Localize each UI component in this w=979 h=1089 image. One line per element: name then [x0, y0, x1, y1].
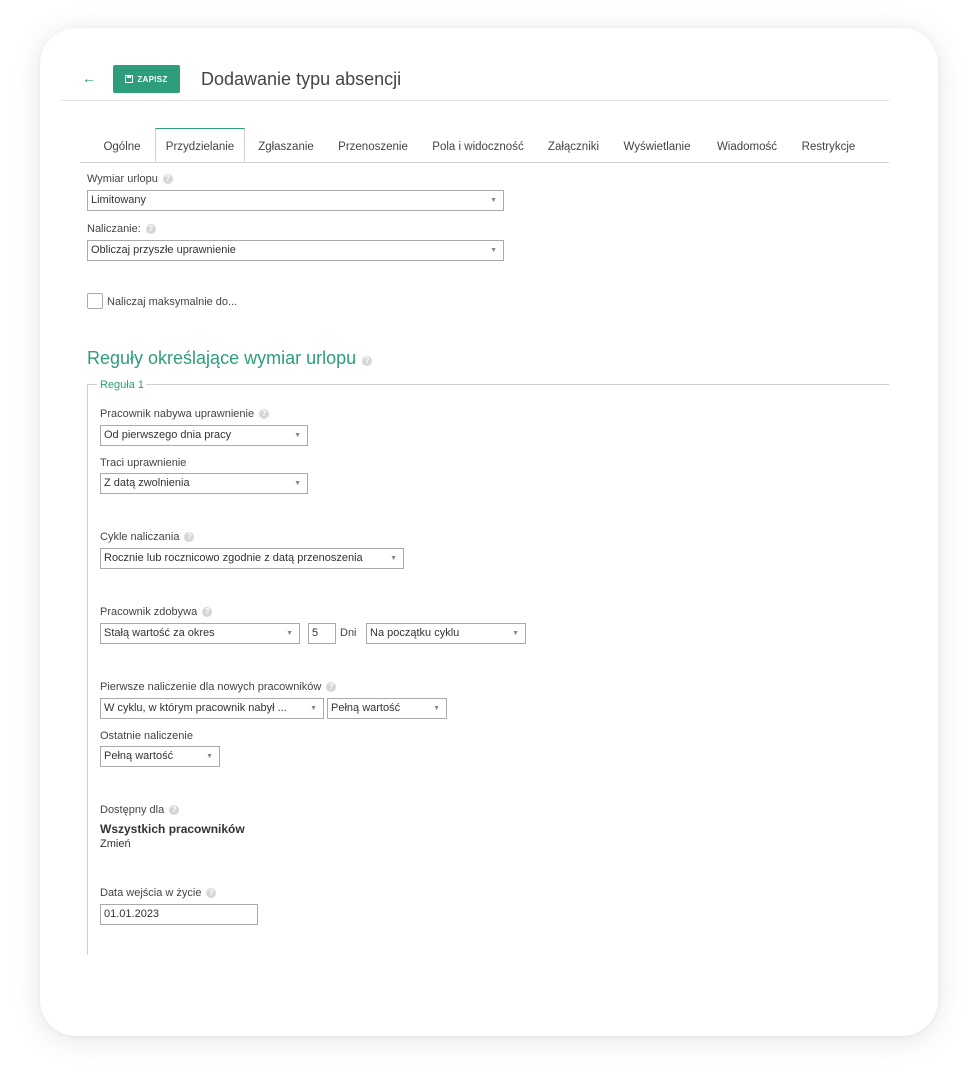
rules-section-title: Reguły określające wymiar urlopu ?	[87, 346, 373, 370]
cykle-select[interactable]: Rocznie lub rocznicowo zgodnie z datą pr…	[100, 548, 404, 569]
page-title: Dodawanie typu absencji	[201, 69, 402, 89]
zdobywa-text: Pracownik zdobywa	[100, 606, 198, 618]
caret-down-icon: ▼	[294, 432, 301, 439]
nabywa-select[interactable]: Od pierwszego dnia pracy ▼	[100, 425, 308, 446]
cykle-text: Cykle naliczania	[100, 531, 180, 543]
help-icon[interactable]: ?	[206, 888, 217, 898]
traci-select[interactable]: Z datą zwolnienia ▼	[100, 473, 308, 494]
pierwsze-label: Pierwsze naliczenie dla nowych pracownik…	[100, 680, 337, 694]
help-icon[interactable]: ?	[362, 356, 373, 366]
help-icon[interactable]: ?	[326, 682, 337, 692]
pierwsze-value: W cyklu, w którym pracownik nabył ...	[104, 702, 287, 714]
naliczanie-value: Obliczaj przyszłe uprawnienie	[91, 244, 236, 256]
naliczaj-maksymalnie-label: Naliczaj maksymalnie do...	[107, 296, 238, 308]
traci-value: Z datą zwolnienia	[104, 477, 190, 489]
arrow-left-icon[interactable]: ←	[82, 69, 96, 87]
help-icon[interactable]: ?	[184, 532, 195, 542]
naliczaj-maksymalnie-checkbox[interactable]	[87, 293, 103, 309]
ostatnie-select[interactable]: Pełną wartość ▼	[100, 746, 220, 767]
help-icon[interactable]: ?	[259, 409, 270, 419]
zdobywa-value: Stałą wartość za okres	[104, 627, 215, 639]
tab-ogolne[interactable]: Ogólne	[91, 128, 153, 162]
caret-down-icon: ▼	[433, 705, 440, 712]
tab-przenoszenie[interactable]: Przenoszenie	[330, 128, 416, 162]
fieldset-border	[87, 384, 88, 955]
pierwsze-select[interactable]: W cyklu, w którym pracownik nabył ... ▼	[100, 698, 324, 719]
caret-down-icon: ▼	[512, 630, 519, 637]
data-label: Data wejścia w życie ?	[100, 886, 217, 900]
tab-pola-i-widocznosc[interactable]: Pola i widoczność	[422, 128, 534, 162]
tab-przydzielanie[interactable]: Przydzielanie	[155, 128, 245, 162]
header-divider	[61, 100, 889, 101]
naliczanie-text: Naliczanie:	[87, 223, 141, 235]
caret-down-icon: ▼	[294, 480, 301, 487]
wymiar-urlopu-label: Wymiar urlopu ?	[87, 172, 173, 186]
pierwsze-amount-value: Pełną wartość	[331, 702, 401, 714]
floppy-disk-icon	[125, 75, 134, 83]
zdobywa-timing-value: Na początku cyklu	[370, 627, 460, 639]
caret-down-icon: ▼	[490, 247, 497, 254]
nabywa-label: Pracownik nabywa uprawnienie ?	[100, 407, 270, 421]
help-icon[interactable]: ?	[169, 805, 180, 815]
zdobywa-timing-select[interactable]: Na początku cyklu ▼	[366, 623, 526, 644]
pierwsze-text: Pierwsze naliczenie dla nowych pracownik…	[100, 681, 322, 693]
dostepny-label: Dostępny dla ?	[100, 803, 180, 817]
ostatnie-value: Pełną wartość	[104, 750, 174, 762]
caret-down-icon: ▼	[310, 705, 317, 712]
zmien-link[interactable]: Zmień	[100, 838, 131, 850]
dostepny-text: Dostępny dla	[100, 804, 165, 816]
caret-down-icon: ▼	[390, 555, 397, 562]
naliczanie-label: Naliczanie: ?	[87, 222, 156, 236]
caret-down-icon: ▼	[206, 753, 213, 760]
nabywa-value: Od pierwszego dnia pracy	[104, 429, 232, 441]
zdobywa-label: Pracownik zdobywa ?	[100, 605, 213, 619]
save-button-label: ZAPISZ	[137, 74, 168, 84]
tab-wiadomosc[interactable]: Wiadomość	[707, 128, 787, 162]
tab-restrykcje[interactable]: Restrykcje	[794, 128, 863, 162]
help-icon[interactable]: ?	[162, 174, 173, 184]
fieldset-border	[87, 384, 97, 385]
ostatnie-label: Ostatnie naliczenie	[100, 730, 193, 742]
traci-label: Traci uprawnienie	[100, 457, 187, 469]
wymiar-urlopu-value: Limitowany	[91, 194, 147, 206]
dostepny-value: Wszystkich pracowników	[100, 822, 245, 836]
nabywa-text: Pracownik nabywa uprawnienie	[100, 408, 255, 420]
wymiar-urlopu-text: Wymiar urlopu	[87, 173, 158, 185]
tab-wyswietlanie[interactable]: Wyświetlanie	[614, 128, 700, 162]
tab-zglaszanie[interactable]: Zgłaszanie	[248, 128, 324, 162]
help-icon[interactable]: ?	[202, 607, 213, 617]
cykle-label: Cykle naliczania ?	[100, 530, 195, 544]
help-icon[interactable]: ?	[145, 224, 156, 234]
rule-legend: Reguła 1	[100, 379, 145, 391]
zdobywa-select[interactable]: Stałą wartość za okres ▼	[100, 623, 300, 644]
caret-down-icon: ▼	[490, 197, 497, 204]
naliczanie-select[interactable]: Obliczaj przyszłe uprawnienie ▼	[87, 240, 504, 261]
data-input[interactable]: 01.01.2023	[100, 904, 258, 925]
cykle-value: Rocznie lub rocznicowo zgodnie z datą pr…	[104, 552, 363, 564]
zdobywa-unit-label: Dni	[340, 627, 357, 639]
wymiar-urlopu-select[interactable]: Limitowany ▼	[87, 190, 504, 211]
rules-section-title-text: Reguły określające wymiar urlopu	[87, 348, 357, 368]
tab-zalaczniki[interactable]: Załączniki	[540, 128, 607, 162]
fieldset-border	[146, 384, 889, 385]
zdobywa-amount-input[interactable]: 5	[308, 623, 336, 644]
pierwsze-amount-select[interactable]: Pełną wartość ▼	[327, 698, 447, 719]
data-text: Data wejścia w życie	[100, 887, 202, 899]
save-button[interactable]: ZAPISZ	[113, 65, 180, 93]
caret-down-icon: ▼	[286, 630, 293, 637]
